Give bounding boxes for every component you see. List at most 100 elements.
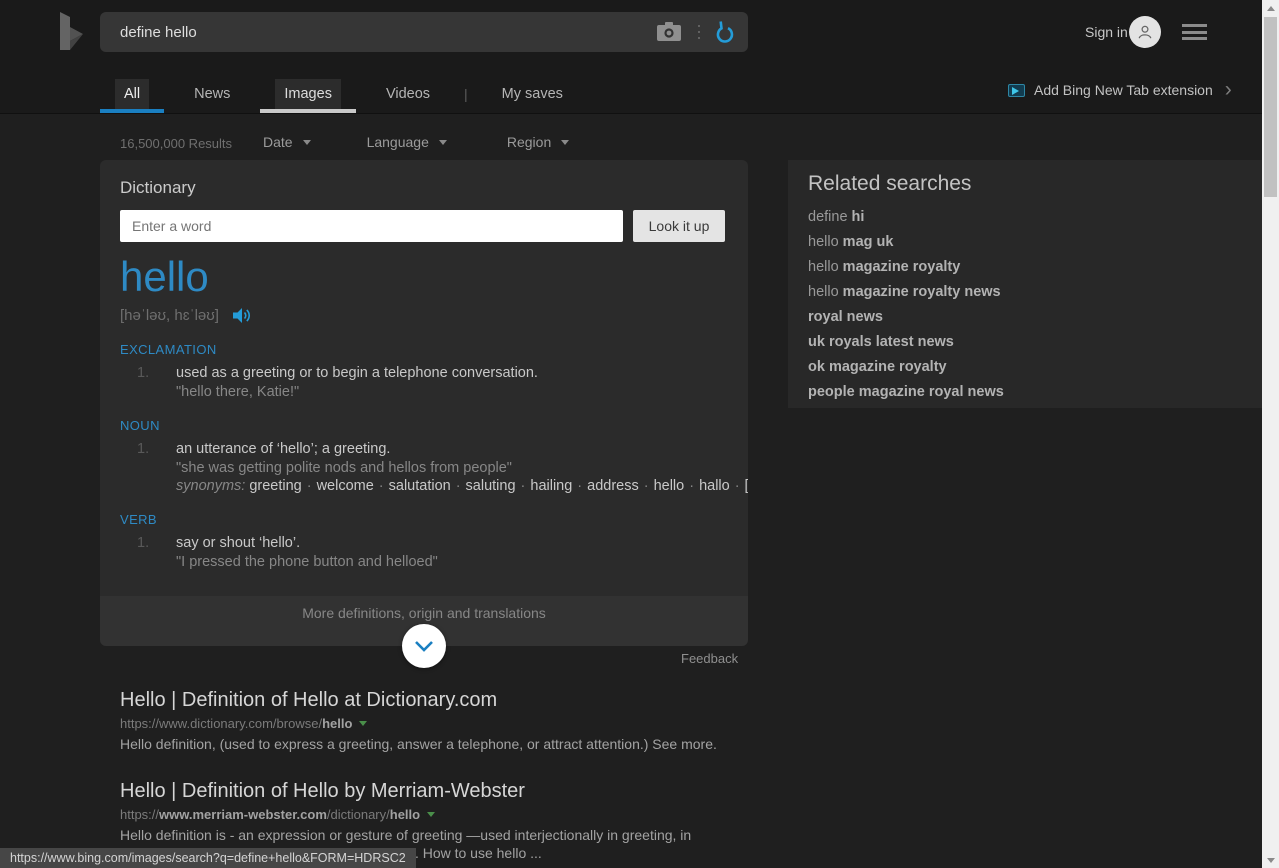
url-part: hello xyxy=(322,716,352,731)
related-search-item[interactable]: hello magazine royalty xyxy=(808,255,1242,280)
url-dropdown-icon[interactable] xyxy=(359,721,367,726)
related-search-item[interactable]: people magazine royal news xyxy=(808,380,1242,405)
status-bar-url: https://www.bing.com/images/search?q=def… xyxy=(0,848,416,868)
tab-label: News xyxy=(185,79,239,109)
expand-button[interactable] xyxy=(402,624,446,668)
caret-down-icon xyxy=(561,140,569,145)
synonym-link[interactable]: hallo xyxy=(699,478,730,494)
dictionary-word-input[interactable] xyxy=(120,210,623,242)
dot-separator: · xyxy=(374,478,389,494)
search-icon[interactable] xyxy=(710,16,740,48)
tab-label: Videos xyxy=(377,79,439,109)
bing-logo[interactable] xyxy=(53,11,89,53)
result-url: https://www.dictionary.com/browse/hello xyxy=(120,716,742,731)
definition-body: an utterance of ‘hello’; a greeting."she… xyxy=(176,441,748,494)
result-title[interactable]: Hello | Definition of Hello by Merriam-W… xyxy=(120,779,742,804)
synonyms-row: synonyms:greeting·welcome·salutation·sal… xyxy=(176,478,748,494)
synonym-link[interactable]: [more] xyxy=(745,478,748,494)
part-of-speech-heading: EXCLAMATION xyxy=(120,342,728,357)
results-count: 16,500,000 Results xyxy=(120,136,232,151)
speaker-icon[interactable] xyxy=(233,307,254,324)
camera-icon[interactable] xyxy=(652,19,686,45)
extension-promo[interactable]: Add Bing New Tab extension › xyxy=(1008,82,1232,98)
synonym-link[interactable]: salutation xyxy=(389,478,451,494)
synonym-link[interactable]: saluting xyxy=(466,478,516,494)
look-it-up-button[interactable]: Look it up xyxy=(633,210,725,242)
related-part: magazine royalty xyxy=(843,259,961,275)
related-search-item[interactable]: royal news xyxy=(808,305,1242,330)
related-search-item[interactable]: define hi xyxy=(808,205,1242,230)
search-results: Hello | Definition of Hello at Dictionar… xyxy=(120,688,742,868)
filter-label: Region xyxy=(507,134,551,150)
scroll-up-arrow[interactable] xyxy=(1262,0,1279,16)
extension-promo-label: Add Bing New Tab extension xyxy=(1034,82,1213,98)
pronunciation-text: [həˈləʊ, hɛˈləʊ] xyxy=(120,307,219,324)
definition-text: an utterance of ‘hello’; a greeting. xyxy=(176,441,748,457)
url-dropdown-icon[interactable] xyxy=(427,812,435,817)
dot-separator: · xyxy=(572,478,587,494)
tab-label: Images xyxy=(275,79,341,109)
dictionary-title: Dictionary xyxy=(120,178,728,198)
definition-example: "I pressed the phone button and helloed" xyxy=(176,554,728,570)
dots-divider-icon xyxy=(698,25,700,39)
dot-separator: · xyxy=(684,478,699,494)
definition-number: 1. xyxy=(137,535,159,570)
filter-dropdown-language[interactable]: Language xyxy=(367,134,447,150)
dictionary-sections: EXCLAMATION1.used as a greeting or to be… xyxy=(120,342,728,570)
part-of-speech-heading: NOUN xyxy=(120,418,728,433)
synonym-link[interactable]: greeting xyxy=(249,478,301,494)
scrollbar-thumb[interactable] xyxy=(1264,17,1277,197)
search-input[interactable] xyxy=(100,12,652,52)
tab-all[interactable]: All xyxy=(100,78,164,113)
part-of-speech-heading: VERB xyxy=(120,512,728,527)
related-part: hi xyxy=(852,209,865,225)
avatar[interactable] xyxy=(1129,16,1161,48)
filter-dropdown-region[interactable]: Region xyxy=(507,134,569,150)
synonym-link[interactable]: hailing xyxy=(530,478,572,494)
dot-separator: · xyxy=(516,478,531,494)
tab-label: All xyxy=(115,79,149,109)
dictionary-card: Dictionary Look it up hello [həˈləʊ, hɛˈ… xyxy=(100,160,748,596)
caret-down-icon xyxy=(439,140,447,145)
scroll-down-arrow[interactable] xyxy=(1262,852,1279,868)
caret-down-icon xyxy=(303,140,311,145)
synonyms-label: synonyms: xyxy=(176,478,245,494)
synonym-link[interactable]: welcome xyxy=(317,478,374,494)
definition-number: 1. xyxy=(137,441,159,494)
header: Sign in AllNewsImagesVideos|My saves Add… xyxy=(0,0,1262,114)
tab-images[interactable]: Images xyxy=(260,78,356,113)
related-search-item[interactable]: ok magazine royalty xyxy=(808,355,1242,380)
synonym-link[interactable]: address xyxy=(587,478,639,494)
tab-news[interactable]: News xyxy=(170,78,254,113)
definition-item: 1.an utterance of ‘hello’; a greeting."s… xyxy=(120,441,728,494)
person-icon xyxy=(1134,21,1156,43)
related-part: ok magazine royalty xyxy=(808,359,947,375)
synonym-link[interactable]: hello xyxy=(654,478,685,494)
search-bar xyxy=(100,12,748,52)
bing-serp-page: Sign in AllNewsImagesVideos|My saves Add… xyxy=(0,0,1279,868)
dictionary-word: hello xyxy=(120,253,728,300)
related-list: define hihello mag ukhello magazine roya… xyxy=(808,205,1242,405)
tab-label: My saves xyxy=(493,79,572,109)
related-part: define xyxy=(808,209,852,225)
definition-example: "hello there, Katie!" xyxy=(176,384,728,400)
dot-separator: · xyxy=(302,478,317,494)
related-search-item[interactable]: hello mag uk xyxy=(808,230,1242,255)
filter-dropdown-date[interactable]: Date xyxy=(263,134,311,150)
tab-my-saves[interactable]: My saves xyxy=(478,78,587,113)
tab-videos[interactable]: Videos xyxy=(362,78,454,113)
related-part: uk royals latest news xyxy=(808,334,954,350)
sign-in-link[interactable]: Sign in xyxy=(1085,24,1128,40)
related-search-item[interactable]: uk royals latest news xyxy=(808,330,1242,355)
result-title[interactable]: Hello | Definition of Hello at Dictionar… xyxy=(120,688,742,713)
feedback-link[interactable]: Feedback xyxy=(681,651,738,666)
scrollbar xyxy=(1262,0,1279,868)
definition-body: say or shout ‘hello’."I pressed the phon… xyxy=(176,535,728,570)
url-part: www.merriam-webster.com xyxy=(159,807,327,822)
result-snippet: Hello definition, (used to express a gre… xyxy=(120,736,742,754)
hamburger-menu-icon[interactable] xyxy=(1182,24,1207,40)
dot-separator: · xyxy=(730,478,745,494)
search-tabs: AllNewsImagesVideos|My saves xyxy=(100,78,593,113)
related-search-item[interactable]: hello magazine royalty news xyxy=(808,280,1242,305)
url-part: hello xyxy=(390,807,420,822)
